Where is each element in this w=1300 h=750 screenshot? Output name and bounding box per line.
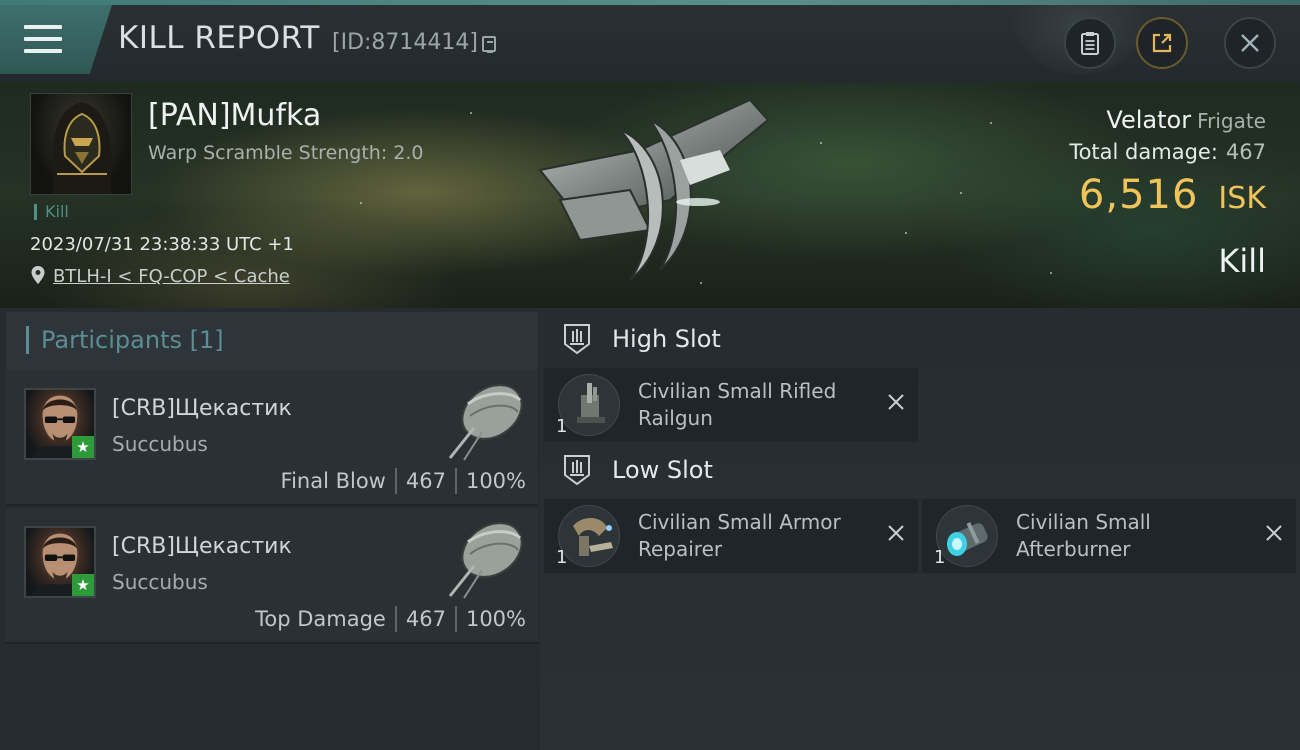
- copy-icon[interactable]: [482, 36, 496, 53]
- participants-panel: Participants [1] ★ [CRB]Щекастик Succubu…: [0, 308, 540, 750]
- participant-damage: 467: [405, 469, 446, 493]
- kill-location-link[interactable]: BTLH-I < FQ-COP < Cache: [53, 266, 290, 287]
- divider: [394, 468, 397, 494]
- participant-avatar[interactable]: ★: [24, 526, 96, 598]
- participant-ship: Succubus: [112, 432, 208, 456]
- ship-name: Velator: [1106, 106, 1192, 134]
- top-bar: KILL REPORT [ID:8714414]: [0, 0, 1300, 82]
- module-name: Civilian Small Rifled Railgun: [638, 379, 837, 430]
- victim-avatar[interactable]: [30, 93, 132, 195]
- report-id: [ID:8714414]: [332, 30, 478, 55]
- participant-name[interactable]: [CRB]Щекастик: [112, 396, 292, 421]
- module-item[interactable]: 1 Civilian Small Afterburner: [922, 499, 1296, 573]
- module-quantity: 1: [556, 547, 568, 568]
- high-slot-header: High Slot: [560, 322, 721, 356]
- hooded-pilot-portrait: [52, 102, 112, 194]
- victim-ship[interactable]: Velator Frigate: [1106, 106, 1266, 134]
- victim-ship-render: [538, 98, 770, 281]
- star-badge-icon: ★: [72, 436, 94, 458]
- module-quantity: 1: [934, 547, 946, 568]
- total-damage-label: Total damage:: [1069, 140, 1218, 164]
- divider: [394, 606, 397, 632]
- close-button[interactable]: [1224, 17, 1276, 69]
- low-slot-label: Low Slot: [612, 456, 713, 484]
- hamburger-icon: [24, 25, 62, 53]
- warp-scramble-strength: Warp Scramble Strength: 2.0: [148, 142, 424, 164]
- result-label: Kill: [1218, 242, 1266, 280]
- share-icon: [1152, 33, 1172, 53]
- module-name: Civilian Small Armor Repairer: [638, 510, 841, 561]
- module-item[interactable]: 1 Civilian Small Rifled Railgun: [544, 368, 918, 442]
- participant-name[interactable]: [CRB]Щекастик: [112, 534, 292, 559]
- share-button[interactable]: [1136, 17, 1188, 69]
- location-pin-icon: [31, 266, 45, 284]
- participants-header[interactable]: Participants [1]: [6, 312, 538, 370]
- high-slot-icon: [564, 324, 590, 355]
- kill-tag: Kill: [34, 204, 69, 220]
- close-icon: [1241, 34, 1259, 52]
- participant-percent: 100%: [465, 607, 526, 631]
- isk-value: 6,516: [1078, 172, 1199, 218]
- destroyed-x-icon: [1266, 525, 1282, 541]
- module-quantity: 1: [556, 416, 568, 437]
- succubus-ship-icon: [448, 384, 523, 461]
- isk-value-row: 6,516 ISK: [1079, 172, 1266, 218]
- menu-button[interactable]: [0, 5, 112, 74]
- clipboard-icon: [1081, 32, 1099, 55]
- fitting-panel: High Slot 1 Civilian Small Rifled Railgu…: [540, 308, 1300, 750]
- participant-row[interactable]: ★ [CRB]Щекастик Succubus Top Damage 467 …: [6, 508, 538, 644]
- total-damage-value: 467: [1225, 140, 1266, 164]
- low-slot-header: Low Slot: [560, 453, 713, 487]
- isk-unit: ISK: [1218, 181, 1266, 216]
- module-item[interactable]: 1 Civilian Small Armor Repairer: [544, 499, 918, 573]
- participant-damage: 467: [405, 607, 446, 631]
- divider: [454, 468, 457, 494]
- participant-avatar[interactable]: ★: [24, 388, 96, 460]
- participant-percent: 100%: [465, 469, 526, 493]
- module-name: Civilian Small Afterburner: [1016, 510, 1151, 561]
- low-slot-icon: [564, 455, 590, 486]
- participant-ship: Succubus: [112, 570, 208, 594]
- kill-datetime: 2023/07/31 23:38:33 UTC +1: [30, 234, 294, 255]
- divider: [454, 606, 457, 632]
- participants-title: Participants [1]: [26, 326, 224, 354]
- high-slot-label: High Slot: [612, 325, 721, 353]
- participant-stats: Final Blow 467 100%: [281, 468, 526, 494]
- destroyed-x-icon: [888, 525, 904, 541]
- victim-name[interactable]: [PAN]Mufka: [148, 98, 321, 133]
- total-damage: Total damage: 467: [1069, 140, 1266, 164]
- clipboard-button[interactable]: [1064, 17, 1116, 69]
- ship-class: Frigate: [1197, 109, 1266, 133]
- participant-role: Top Damage: [255, 607, 386, 631]
- participant-row[interactable]: ★ [CRB]Щекастик Succubus Final Blow 467 …: [6, 370, 538, 506]
- participant-role: Final Blow: [280, 469, 386, 493]
- victim-summary: [PAN]Mufka Warp Scramble Strength: 2.0 K…: [0, 82, 1300, 308]
- succubus-ship-icon: [448, 522, 523, 599]
- page-title: KILL REPORT: [118, 20, 320, 56]
- star-badge-icon: ★: [72, 574, 94, 596]
- destroyed-x-icon: [888, 394, 904, 410]
- participant-stats: Top Damage 467 100%: [255, 606, 526, 632]
